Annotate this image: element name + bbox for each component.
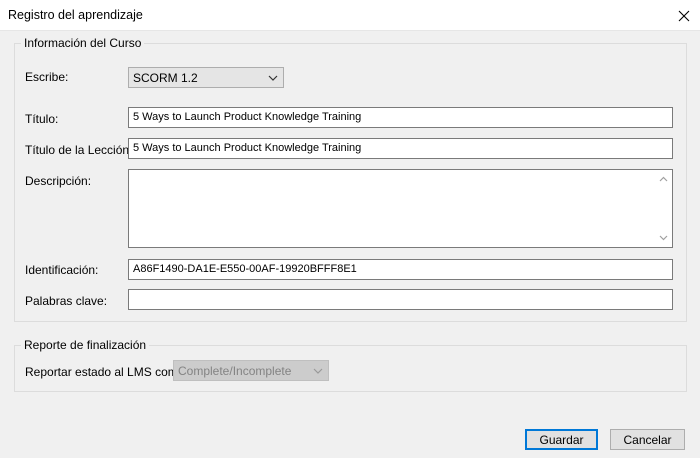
lesson-title-field[interactable]: 5 Ways to Launch Product Knowledge Train… [128, 138, 673, 159]
keywords-label: Palabras clave: [25, 294, 108, 308]
type-select-value: SCORM 1.2 [133, 71, 198, 85]
report-status-label: Reportar estado al LMS como: [25, 365, 188, 379]
close-icon [678, 10, 690, 21]
description-label: Descripción: [25, 174, 92, 188]
title-bar: Registro del aprendizaje [0, 0, 700, 31]
title-field[interactable]: 5 Ways to Launch Product Knowledge Train… [128, 107, 673, 128]
title-label: Título: [25, 112, 59, 126]
report-status-value: Complete/Incomplete [178, 364, 292, 378]
keywords-field[interactable] [128, 289, 673, 310]
title-field-value: 5 Ways to Launch Product Knowledge Train… [133, 111, 362, 123]
scroll-up-icon[interactable] [659, 175, 668, 184]
course-info-legend: Información del Curso [21, 36, 145, 50]
cancel-button[interactable]: Cancelar [610, 429, 685, 450]
completion-legend: Reporte de finalización [21, 338, 150, 352]
scroll-down-icon[interactable] [659, 233, 668, 242]
type-label: Escribe: [25, 70, 69, 84]
id-field-value: A86F1490-DA1E-E550-00AF-19920BFFF8E1 [133, 263, 357, 275]
dialog-title: Registro del aprendizaje [8, 8, 143, 22]
report-status-select[interactable]: Complete/Incomplete [173, 360, 329, 381]
id-label: Identificación: [25, 263, 99, 277]
lesson-title-field-value: 5 Ways to Launch Product Knowledge Train… [133, 142, 362, 154]
lesson-title-label: Título de la Lección: [25, 143, 133, 157]
save-button-label: Guardar [539, 432, 584, 447]
description-field[interactable] [128, 169, 673, 248]
close-button[interactable] [668, 0, 700, 31]
chevron-down-icon [268, 75, 278, 81]
cancel-button-label: Cancelar [623, 432, 672, 447]
description-scrollbar[interactable] [655, 170, 672, 247]
save-button[interactable]: Guardar [525, 429, 598, 450]
type-select[interactable]: SCORM 1.2 [128, 67, 284, 88]
id-field[interactable]: A86F1490-DA1E-E550-00AF-19920BFFF8E1 [128, 259, 673, 280]
chevron-down-icon [313, 368, 323, 374]
